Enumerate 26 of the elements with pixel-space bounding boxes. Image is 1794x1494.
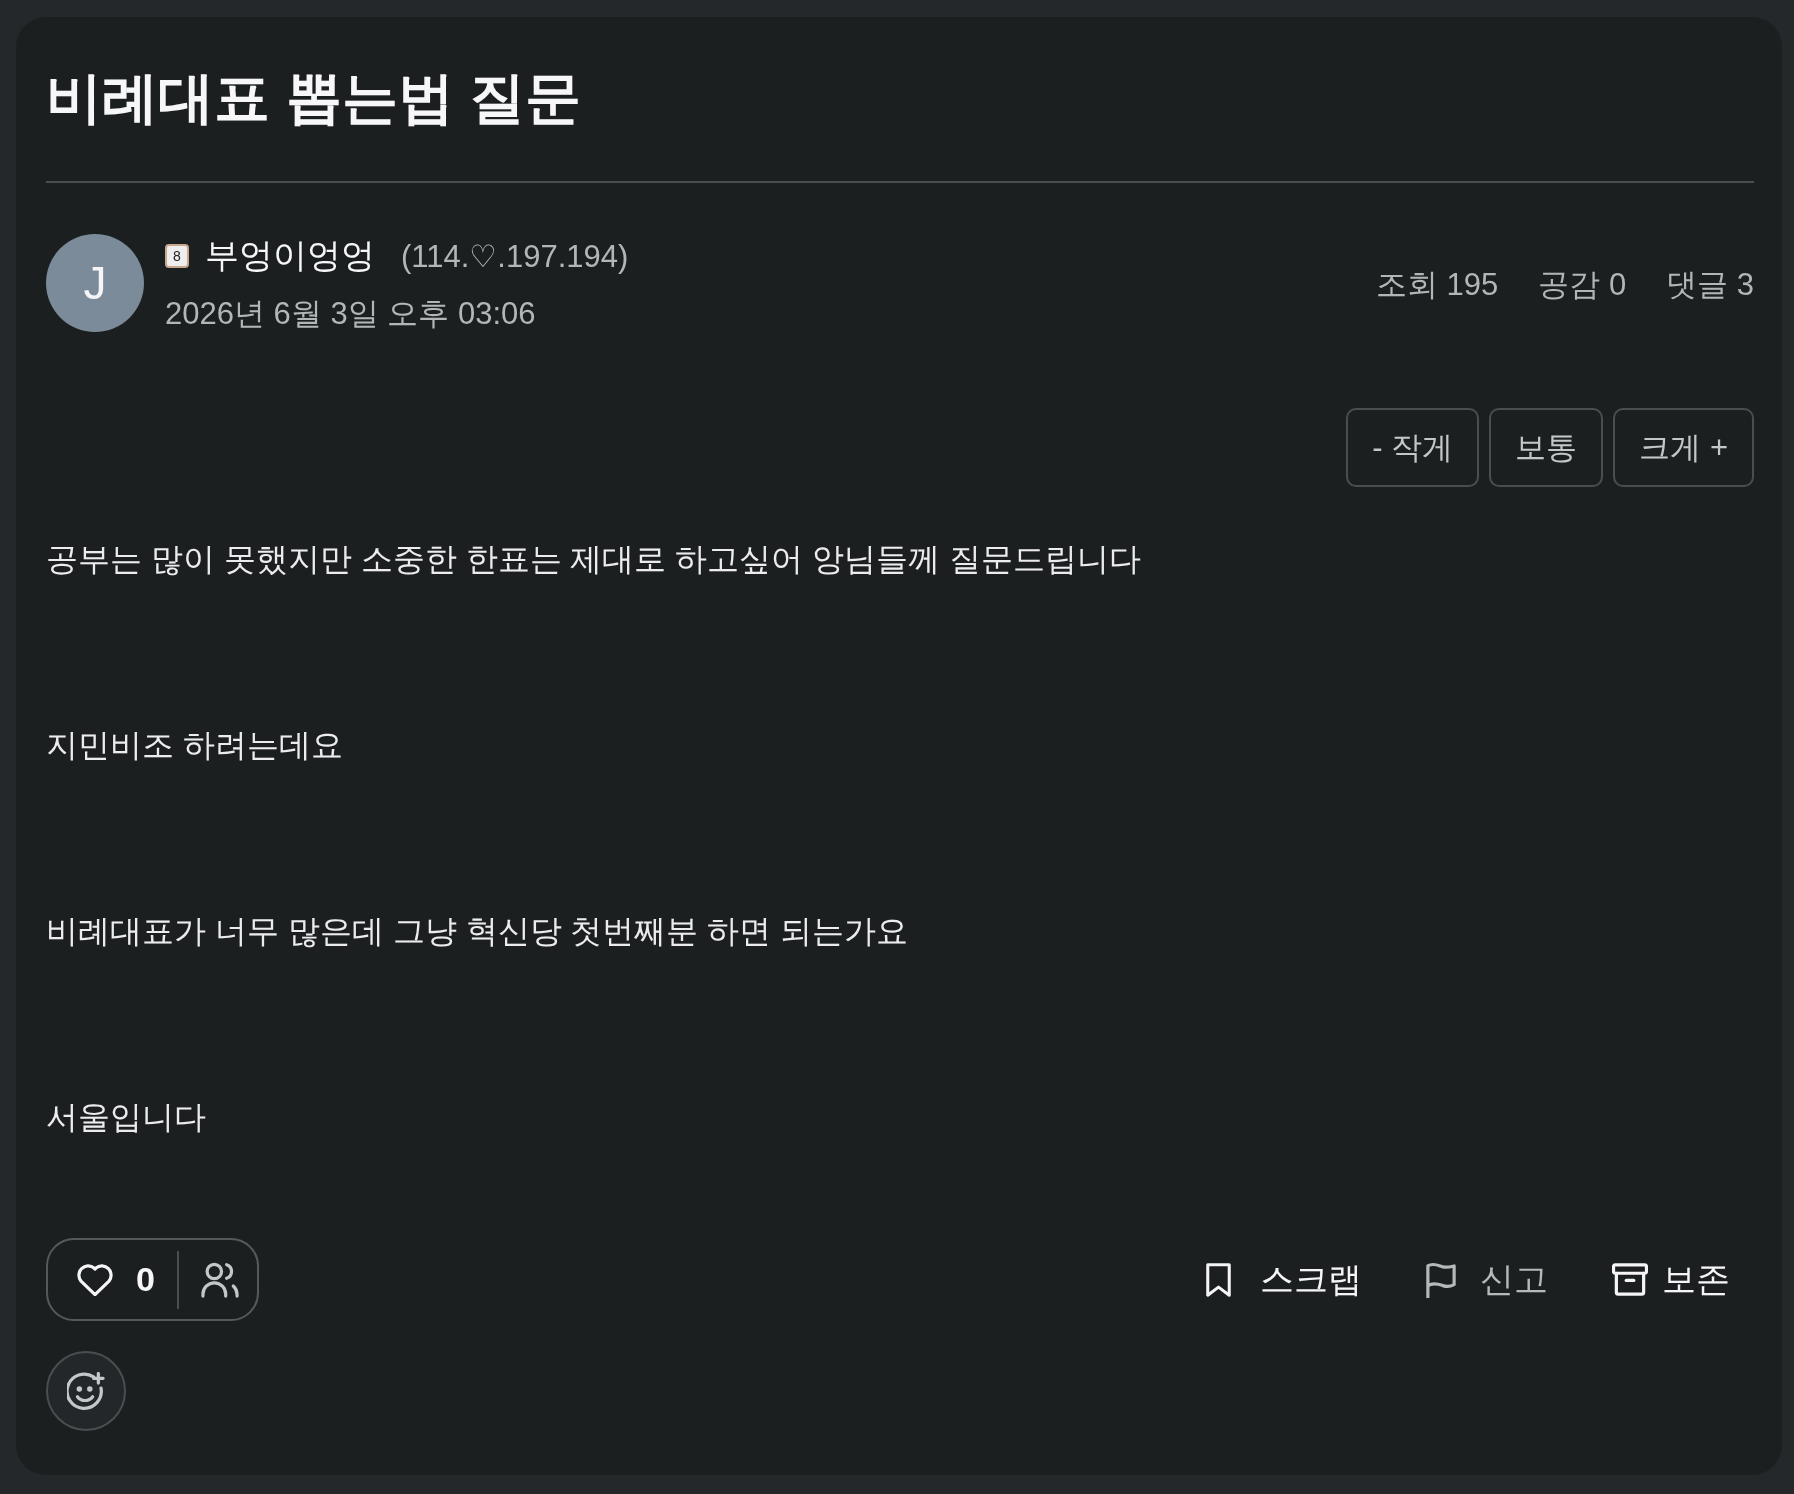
avatar: J	[46, 234, 144, 332]
body-paragraph: 지민비조 하려는데요	[46, 726, 344, 765]
scrap-button[interactable]: 스크랩	[1181, 1248, 1386, 1311]
archive-box-icon	[1612, 1263, 1648, 1296]
post-title: 비례대표 뽑는법 질문	[46, 65, 583, 131]
font-size-button[interactable]: 보통	[1489, 408, 1604, 487]
heart-icon	[76, 1263, 114, 1296]
level-badge: 8	[165, 244, 189, 268]
ip-address: (114.♡.197.194)	[401, 237, 629, 275]
archive-button[interactable]: 보존	[1588, 1248, 1754, 1311]
post-date: 2026년 6월 3일 오후 03:06	[165, 295, 537, 333]
author-name[interactable]: 부엉이엉엉	[205, 233, 375, 279]
flag-icon	[1426, 1261, 1456, 1298]
like-button[interactable]: 0	[68, 1254, 163, 1305]
smiley-plus-icon	[67, 1372, 105, 1410]
body-paragraph: 서울입니다	[46, 1098, 207, 1137]
font-size-button[interactable]: 크게 +	[1613, 408, 1754, 487]
post-stat: 조회 195	[1375, 266, 1499, 304]
report-button[interactable]: 신고	[1402, 1248, 1572, 1311]
post-stat: 댓글 3	[1666, 266, 1754, 304]
body-paragraph: 비례대표가 너무 많은데 그냥 혁신당 첫번째분 하면 되는가요	[46, 912, 910, 951]
body-paragraph: 공부는 많이 못했지만 소중한 한표는 제대로 하고싶어 앙님들께 질문드립니다	[46, 540, 1143, 579]
post-stat: 공감 0	[1538, 266, 1627, 304]
bookmark-icon	[1205, 1262, 1232, 1297]
people-icon	[200, 1261, 239, 1298]
font-size-button[interactable]: - 작게	[1346, 408, 1480, 487]
